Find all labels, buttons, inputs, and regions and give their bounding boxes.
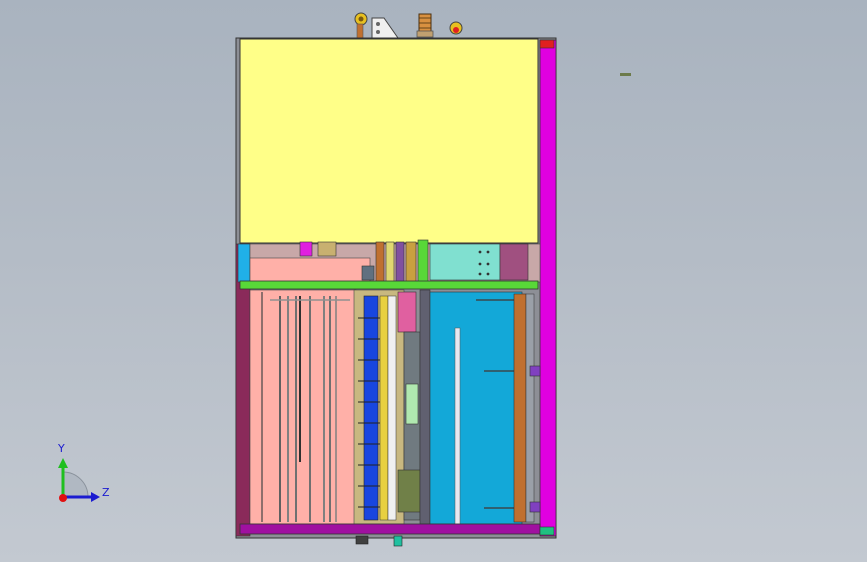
middle-band	[249, 239, 541, 283]
top-fittings	[354, 12, 463, 39]
cad-graphics-viewport[interactable]: Y Z	[0, 0, 867, 562]
machine-assembly-drawing[interactable]	[0, 0, 867, 562]
stray-part	[620, 73, 631, 76]
lower-area	[239, 289, 555, 547]
axis-label-z: Z	[102, 486, 110, 499]
x-axis-origin	[59, 494, 67, 502]
green-rail	[239, 280, 539, 290]
z-axis-arrowhead	[91, 492, 100, 502]
axis-label-y: Y	[58, 442, 65, 455]
y-axis-arrowhead	[58, 458, 68, 468]
coordinate-triad	[58, 458, 100, 502]
top-panel	[239, 38, 539, 244]
